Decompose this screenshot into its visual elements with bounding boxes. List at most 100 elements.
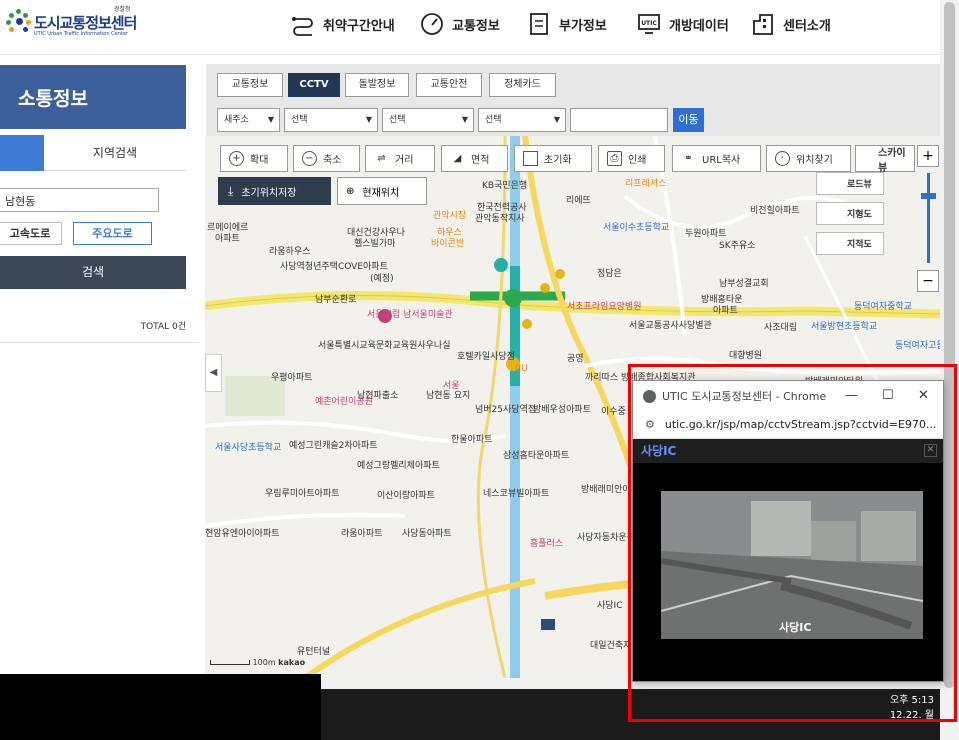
nav-label: 개방데이터 (669, 18, 729, 34)
locate-tool-button[interactable]: · 위치찾기 (766, 145, 851, 172)
terrain-map-button[interactable]: 지형도 (816, 202, 884, 225)
panel-collapse-arrow-icon[interactable]: ◀ (205, 354, 222, 392)
current-position-button[interactable]: ⊕ 현재위치 (337, 177, 427, 205)
zoom-slider-track[interactable] (927, 173, 930, 263)
tab-cctv[interactable]: CCTV (288, 73, 340, 97)
map-label: 삼성홈타운아파트 (503, 451, 570, 461)
dropdown-arrow-icon: ▼ (267, 115, 274, 124)
popup-url: utic.go.kr/jsp/map/cctvStream.jsp?cctvid… (664, 418, 937, 431)
map-label: 서울시립 남서울미술관 (367, 310, 453, 320)
site-info-icon[interactable]: ⚙ (645, 418, 655, 431)
zoom-slider-handle[interactable] (921, 193, 936, 199)
map-label: 호텔카일사당점 (457, 352, 515, 362)
map-label: 남부순환로 (315, 295, 357, 305)
map-label: 정담은 (597, 269, 622, 279)
tab-traffic-safety[interactable]: 교통안전 (416, 73, 482, 97)
map-label: 사당동아파트 (402, 529, 452, 539)
dropdown-arrow-icon: ▼ (553, 115, 560, 124)
popup-titlebar[interactable]: UTIC 도시교통정보센터 - Chrome — ☐ ✕ (633, 381, 943, 411)
zoom-out-button[interactable]: − (917, 270, 939, 292)
tab-congestion-card[interactable]: 정체카드 (489, 73, 556, 97)
select-value: 선택 (485, 115, 502, 125)
nav-traffic-info[interactable]: 교통정보 (419, 9, 500, 39)
nav-additional-info[interactable]: 부가정보 (526, 9, 607, 39)
roadview-button[interactable]: 로드뷰 (816, 172, 884, 195)
map-label: 서울특별시교육문화교육원사우나실 (318, 341, 451, 351)
tool-label: 초기화 (544, 155, 572, 166)
zoom-out-tool-button[interactable]: − 축소 (293, 145, 360, 172)
map-label: 대향병원 (729, 351, 763, 361)
map-label: 사조대림 (764, 323, 798, 333)
region-search-input[interactable]: 남현동 (0, 188, 159, 212)
dropdown-arrow-icon: ▼ (365, 115, 372, 124)
reset-icon (523, 151, 538, 166)
road-select[interactable]: 선택 ▼ (478, 108, 566, 132)
tool-label: 축소 (323, 155, 342, 166)
reset-tool-button[interactable]: 초기화 (514, 145, 592, 172)
print-tool-button[interactable]: ⎙ 인쇄 (598, 145, 665, 172)
detail-address-input[interactable] (570, 108, 668, 132)
tab-road-search[interactable] (0, 135, 44, 171)
tab-traffic-info[interactable]: 교통정보 (217, 73, 283, 97)
cadastral-map-button[interactable]: 지적도 (816, 232, 884, 255)
map-label: 아파트 (215, 234, 240, 244)
area-icon: ◢ (453, 153, 462, 164)
zoom-in-button[interactable]: + (917, 145, 939, 167)
cctv-video[interactable]: 사당IC (661, 491, 923, 639)
select-value: 선택 (389, 115, 406, 125)
route-icon (292, 17, 313, 36)
url-copy-tool-button[interactable]: ⚭ URL복사 (672, 145, 761, 172)
tool-label: 인쇄 (628, 155, 647, 166)
map-menu-bar: 교통정보 CCTV 돌발정보 교통안전 정체카드 새주소 ▼ 선택 ▼ 선택 ▼ 선택… (206, 64, 940, 136)
map-label: KB국민은행 (482, 181, 528, 191)
skyview-button[interactable]: 스카이뷰 (855, 145, 915, 174)
nav-center-intro[interactable]: 센터소개 (750, 9, 831, 39)
map-label: 남현파출소 (357, 391, 399, 401)
district-select[interactable]: 선택 ▼ (382, 108, 474, 132)
map-label: 리프레셔스 (625, 179, 667, 189)
plus-icon: + (229, 151, 244, 166)
scrollbar-thumb[interactable] (944, 2, 955, 688)
close-icon[interactable]: ✕ (918, 388, 929, 403)
select-value: 선택 (291, 115, 308, 125)
address-type-select[interactable]: 새주소 ▼ (217, 108, 280, 132)
document-icon (530, 13, 548, 35)
utic-logo-icon[interactable] (6, 9, 32, 35)
popup-address-bar[interactable]: ⚙ utic.go.kr/jsp/map/cctvStream.jsp?cctv… (633, 411, 943, 439)
logo-title[interactable]: 도시교통정보센터 (34, 12, 137, 33)
close-icon[interactable]: ✕ (924, 444, 937, 457)
search-button[interactable]: 검색 (0, 256, 186, 289)
map-label: 한울아파트 (451, 435, 493, 445)
highway-button[interactable]: 고속도로 (0, 222, 62, 245)
minimize-icon[interactable]: — (845, 388, 858, 403)
map-scale: 100m kakao (210, 658, 305, 667)
nav-vulnerable-sections[interactable]: 취약구간안내 (290, 9, 395, 39)
nav-open-data[interactable]: UTIC 개방데이터 (636, 9, 729, 39)
go-button[interactable]: 이동 (673, 108, 704, 132)
nav-label: 부가정보 (559, 18, 607, 34)
maximize-icon[interactable]: ☐ (882, 388, 894, 403)
main-road-button[interactable]: 주요도로 (73, 222, 152, 245)
map-label: 네스코뷰빌아파트 (483, 489, 550, 499)
distance-tool-button[interactable]: ⇌ 거리 (365, 145, 435, 172)
map-label: 남부성결교회 (719, 279, 769, 289)
map-label: 관악시장 (433, 211, 467, 221)
button-label: 현재위치 (362, 187, 400, 199)
tab-incident-info[interactable]: 돌발정보 (345, 73, 409, 97)
area-tool-button[interactable]: ◢ 면적 (441, 145, 508, 172)
map-label: 방배우성아파트 (533, 405, 591, 415)
map-label: 라움하우스 (269, 247, 311, 257)
map-label: 이수중 (601, 407, 626, 417)
map-label: 홈플러스 (530, 539, 564, 549)
download-icon: ⤓ (228, 183, 234, 198)
taskbar-clock[interactable]: 오후 5:13 12.22. 월 (890, 693, 934, 723)
tool-label: 위치찾기 (796, 155, 833, 166)
chrome-icon (643, 389, 656, 403)
tab-region-search[interactable]: 지역검색 (44, 135, 186, 171)
tool-label: URL복사 (702, 155, 741, 166)
nav-label: 센터소개 (783, 18, 831, 34)
save-init-position-button[interactable]: ⤓ 초기위치저장 (218, 177, 331, 205)
city-select[interactable]: 선택 ▼ (284, 108, 378, 132)
map-label: 서초프라임요양병원 (567, 302, 642, 312)
zoom-in-tool-button[interactable]: + 확대 (220, 145, 288, 172)
